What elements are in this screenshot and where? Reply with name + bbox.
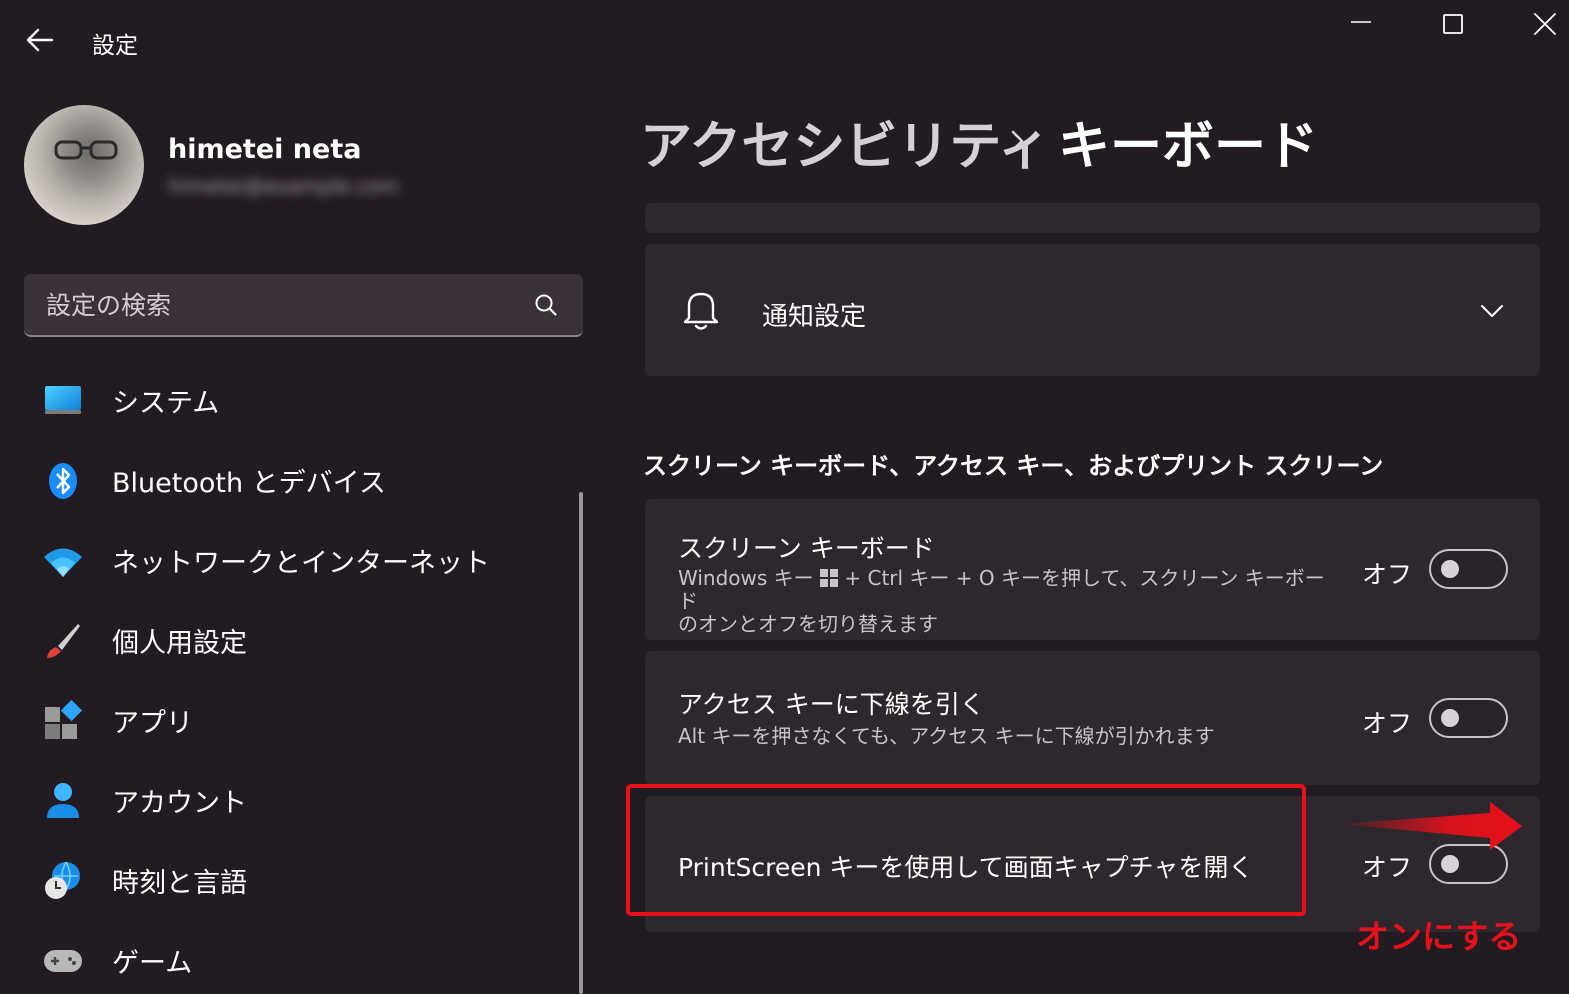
- toggle-knob: [1441, 709, 1459, 727]
- account-icon: [47, 783, 79, 818]
- toggle-state-label: オフ: [1362, 709, 1413, 738]
- avatar-glasses-icon: [54, 140, 118, 160]
- close-button[interactable]: [1499, 0, 1569, 48]
- breadcrumb-parent[interactable]: アクセシビリティ: [640, 104, 1050, 179]
- user-name: himetei neta: [168, 134, 362, 165]
- sidebar-item-apps[interactable]: アプリ: [24, 680, 564, 760]
- toggle-state-label: オフ: [1362, 560, 1413, 589]
- window-title: 設定: [92, 33, 138, 59]
- underline-access-keys-toggle[interactable]: [1429, 698, 1508, 738]
- desc-part-3: のオンとオフを切り替えます: [678, 612, 938, 636]
- sidebar-item-label: アプリ: [112, 707, 193, 739]
- highlight-annotation-box: [626, 784, 1306, 916]
- sidebar-item-label: ネットワークとインターネット: [112, 547, 490, 579]
- underline-access-keys-card: アクセス キーに下線を引く Alt キーを押さなくても、アクセス キーに下線が引…: [645, 651, 1540, 785]
- sidebar-item-bluetooth[interactable]: Bluetooth とデバイス: [24, 440, 564, 520]
- maximize-button[interactable]: [1407, 0, 1499, 48]
- sidebar-item-label: システム: [112, 387, 220, 419]
- sidebar-item-label: Bluetooth とデバイス: [112, 467, 386, 499]
- chevron-right-icon: [1011, 130, 1024, 152]
- settings-card-partial: [645, 203, 1540, 233]
- sidebar-item-label: 個人用設定: [112, 627, 247, 659]
- minimize-icon: [1351, 21, 1371, 23]
- toggle-knob: [1441, 855, 1459, 873]
- windows-logo-icon: [820, 569, 838, 587]
- sidebar-item-label: 時刻と言語: [112, 867, 247, 899]
- avatar[interactable]: [24, 105, 144, 225]
- minimize-button[interactable]: [1315, 0, 1407, 48]
- bell-icon: [683, 292, 719, 330]
- onscreen-keyboard-card: スクリーン キーボード Windows キー + Ctrl キー + O キーを…: [645, 499, 1540, 640]
- back-button[interactable]: [22, 22, 58, 58]
- search-input[interactable]: [46, 288, 516, 322]
- close-icon: [1534, 13, 1556, 35]
- sidebar-nav: システム Bluetooth とデバイス ネットワークとインターネット 個人用設…: [24, 360, 564, 994]
- red-arrow-icon: [1340, 802, 1522, 850]
- annotation-text: オンにする: [1356, 917, 1522, 956]
- underline-access-keys-title: アクセス キーに下線を引く: [678, 690, 985, 719]
- time-language-icon: [45, 861, 80, 899]
- paintbrush-icon: [47, 624, 80, 658]
- desc-part-1: Windows キー: [678, 566, 820, 590]
- apps-icon: [45, 700, 83, 739]
- gamepad-icon: [44, 950, 82, 972]
- page-title: キーボード: [1058, 117, 1319, 177]
- sidebar-item-gaming[interactable]: ゲーム: [24, 920, 564, 994]
- onscreen-keyboard-title: スクリーン キーボード: [678, 534, 935, 563]
- maximize-icon: [1443, 14, 1463, 34]
- notification-settings-card[interactable]: 通知設定: [645, 244, 1540, 376]
- toggle-state-label: オフ: [1362, 853, 1413, 882]
- notification-settings-label: 通知設定: [762, 302, 867, 332]
- sidebar-item-system[interactable]: システム: [24, 360, 564, 440]
- sidebar-item-accounts[interactable]: アカウント: [24, 760, 564, 840]
- sidebar-item-time-language[interactable]: 時刻と言語: [24, 840, 564, 920]
- underline-access-keys-description: Alt キーを押さなくても、アクセス キーに下線が引かれます: [678, 724, 1215, 748]
- sidebar-item-label: ゲーム: [112, 947, 193, 979]
- sidebar-item-label: アカウント: [112, 787, 247, 819]
- user-email: himetei@example.com: [168, 174, 399, 198]
- onscreen-keyboard-toggle[interactable]: [1429, 549, 1508, 589]
- onscreen-keyboard-description: Windows キー + Ctrl キー + O キーを押して、スクリーン キー…: [678, 567, 1328, 636]
- chevron-down-icon[interactable]: [1479, 298, 1505, 324]
- search-icon[interactable]: [533, 292, 559, 318]
- settings-window: 設定 himetei neta himetei@example.com 設定の検…: [0, 0, 1569, 994]
- sidebar-item-network[interactable]: ネットワークとインターネット: [24, 520, 564, 600]
- search-box[interactable]: [24, 274, 583, 337]
- section-heading: スクリーン キーボード、アクセス キー、およびプリント スクリーン: [643, 452, 1384, 480]
- toggle-knob: [1441, 560, 1459, 578]
- sidebar-scrollbar[interactable]: [579, 492, 583, 994]
- sidebar-item-personalization[interactable]: 個人用設定: [24, 600, 564, 680]
- wifi-icon: [44, 548, 82, 577]
- system-display-icon: [45, 386, 81, 414]
- bluetooth-icon: [49, 463, 77, 499]
- back-arrow-icon: [26, 28, 54, 52]
